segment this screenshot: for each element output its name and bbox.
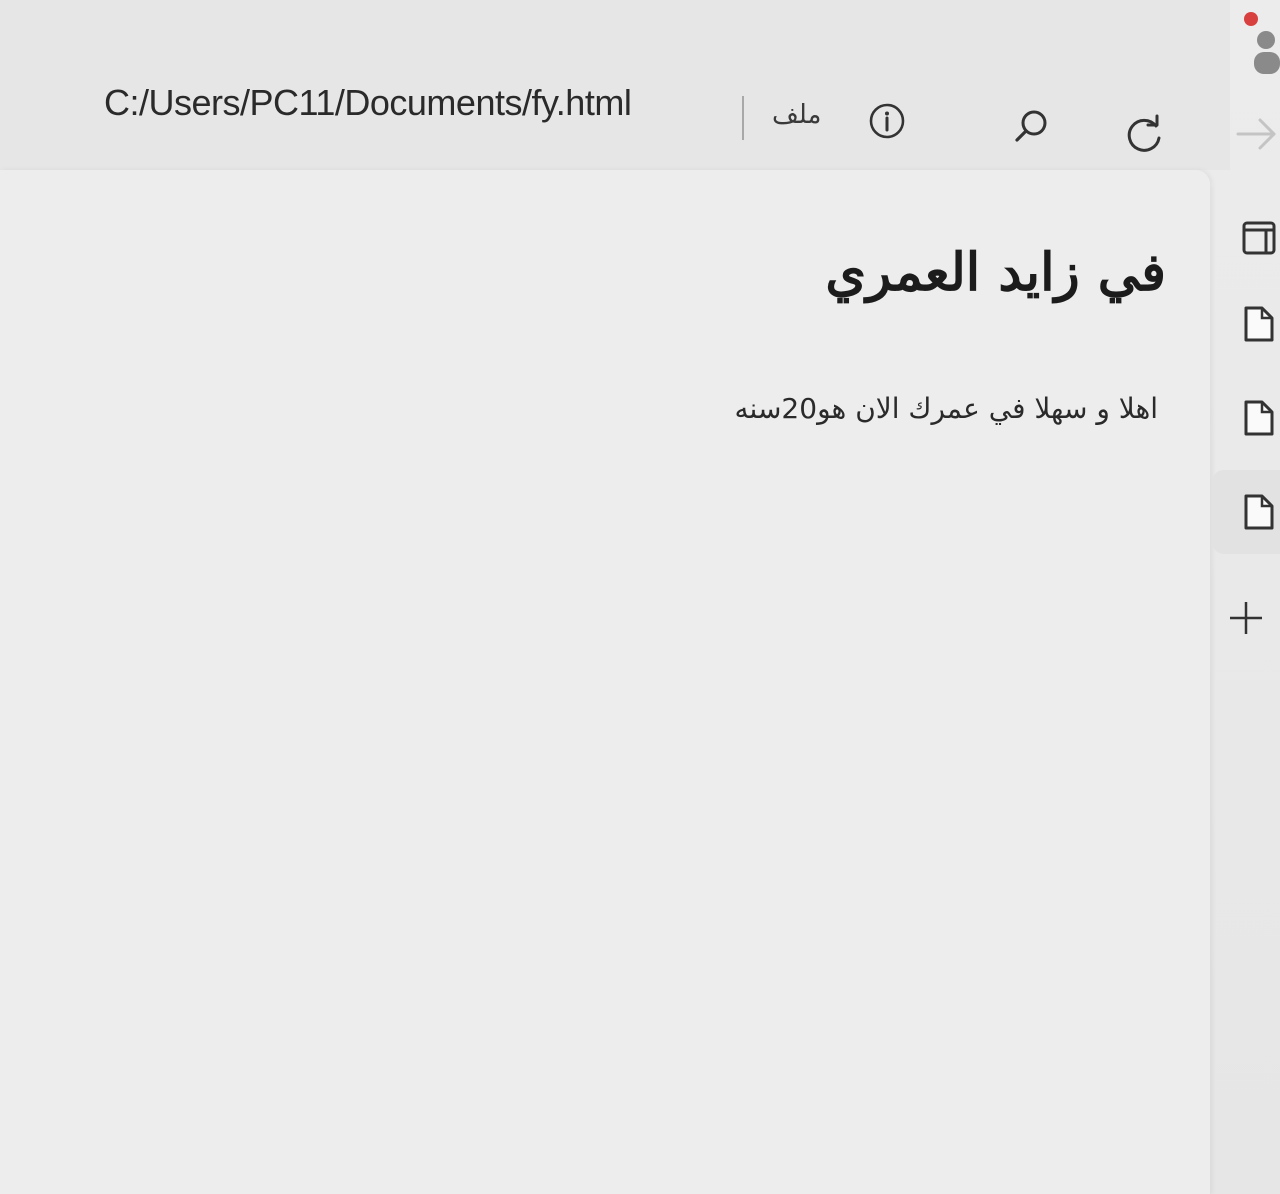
browser-toolbar: C:/Users/PC11/Documents/fy.html ملف <box>0 0 1276 170</box>
profile-avatar-icon[interactable] <box>1248 26 1280 76</box>
page-paragraph: اهلا و سهلا في عمرك الان هو20سنه <box>734 392 1159 425</box>
tab-layout-icon[interactable] <box>1240 218 1276 258</box>
info-icon[interactable] <box>868 102 906 140</box>
vertical-tabs-sidebar <box>1212 200 1280 660</box>
page-content: في زايد العمري اهلا و سهلا في عمرك الان … <box>0 170 1210 1194</box>
screen: C:/Users/PC11/Documents/fy.html ملف في ز… <box>0 0 1280 1194</box>
notification-dot <box>1244 12 1258 26</box>
address-bar-url[interactable]: C:/Users/PC11/Documents/fy.html <box>104 82 632 124</box>
forward-arrow-icon[interactable] <box>1232 110 1280 158</box>
document-icon[interactable] <box>1240 304 1276 344</box>
document-icon[interactable] <box>1240 398 1276 438</box>
document-icon[interactable] <box>1240 492 1276 532</box>
add-icon[interactable] <box>1228 598 1264 638</box>
search-icon[interactable] <box>1010 106 1052 148</box>
address-scheme-label[interactable]: ملف <box>772 100 821 130</box>
reload-icon[interactable] <box>1122 112 1166 156</box>
page-heading: في زايد العمري <box>825 242 1166 303</box>
address-separator <box>742 96 744 140</box>
